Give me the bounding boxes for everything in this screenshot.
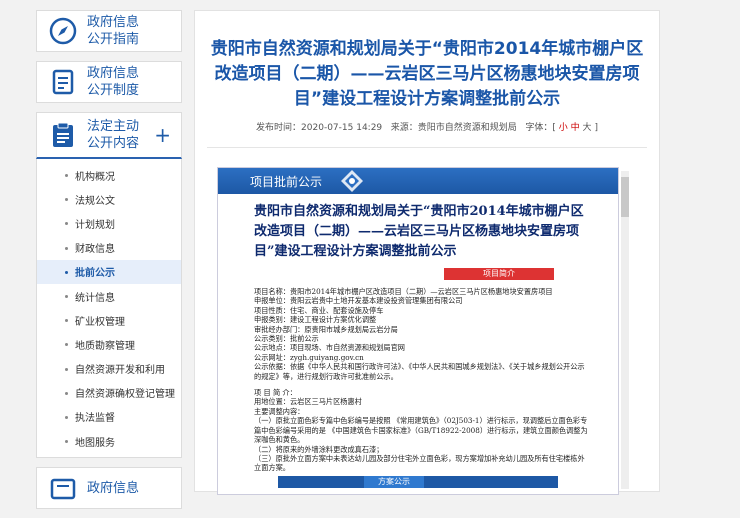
font-large-button[interactable]: 大 — [583, 123, 592, 133]
notice-line: 项目性质：住宅、商业、配套设施及停车 — [254, 305, 384, 315]
notice-line: （三）原批外立面方案中未表达幼儿园及部分住宅外立面色彩，现方案增加补充幼儿园及所… — [254, 453, 585, 473]
sub-nav-item[interactable]: 统计信息 — [37, 284, 181, 308]
nav-statutory-content[interactable]: 法定主动 公开内容 + — [36, 112, 182, 159]
expand-plus-icon[interactable]: + — [154, 123, 171, 147]
publish-label: 发布时间： — [256, 123, 302, 133]
source-label: 来源： — [390, 123, 418, 133]
divider — [207, 147, 647, 148]
notice-title: 贵阳市自然资源和规划局关于“贵阳市2014年城市棚户区改造项目（二期）——云岩区… — [254, 204, 584, 259]
clipboard-icon — [53, 122, 73, 147]
notice-line: 申报单位：贵阳云岩贵中土地开发基本建设投资管理集团有限公司 — [254, 296, 463, 306]
nav-disclosure-guide[interactable]: 政府信息 公开指南 — [36, 10, 182, 52]
notice-header-label: 项目批前公示 — [250, 174, 323, 189]
compass-icon — [49, 17, 77, 45]
article-panel: 贵阳市自然资源和规划局关于“贵阳市2014年城市棚户区改造项目（二期）——云岩区… — [194, 10, 660, 495]
nav-label: 政府信息 公开指南 — [87, 15, 140, 47]
sub-nav-item[interactable]: 法规公文 — [37, 187, 181, 211]
sub-nav-list: 机构概况 法规公文 计划规划 财政信息 批前公示 统计信息 矿业权管理 地质勘察… — [36, 159, 182, 459]
publish-time: 2020-07-15 14:29 — [301, 123, 383, 133]
font-end: ] — [594, 123, 598, 133]
notice-line: （二）将原来的外墙涂料更改成真石漆； — [254, 444, 384, 454]
sub-nav-item[interactable]: 自然资源开发和利用 — [37, 357, 181, 381]
sub-nav-item[interactable]: 执法监督 — [37, 405, 181, 429]
sub-nav-item[interactable]: 财政信息 — [37, 236, 181, 260]
source: 贵阳市自然资源和规划局 — [417, 123, 517, 133]
scrollbar[interactable] — [621, 171, 629, 489]
notice-line: 公示地点：项目现场、市自然资源和规划局官网 — [254, 343, 405, 353]
font-mid-button[interactable]: 中 — [571, 123, 580, 133]
article-title: 贵阳市自然资源和规划局关于“贵阳市2014年城市棚户区改造项目（二期）——云岩区… — [210, 39, 644, 109]
nav-disclosure-system[interactable]: 政府信息 公开制度 — [36, 61, 182, 103]
notice-line: 主要调整内容： — [254, 406, 305, 416]
sub-nav-item[interactable]: 自然资源确权登记管理 — [37, 381, 181, 405]
section-header-plan-bar: 方案公示 — [278, 476, 558, 488]
nav-label: 政府信息 公开制度 — [87, 66, 140, 98]
document-icon — [52, 69, 74, 95]
nav-label: 法定主动 公开内容 — [87, 119, 140, 151]
sidebar: 政府信息 公开指南 政府信息 公开制度 法定主动 公开内容 + 机构概况 法规公… — [36, 10, 182, 518]
sub-nav-item[interactable]: 地质勘察管理 — [37, 332, 181, 356]
notice-line: 公示类别：批前公示 — [254, 334, 319, 344]
article-meta: 发布时间：2020-07-15 14:29 来源：贵阳市自然资源和规划局 字体：… — [195, 120, 659, 133]
nav-label: 政府信息 — [87, 480, 140, 496]
sub-nav-item[interactable]: 矿业权管理 — [37, 308, 181, 332]
notice-header-bar: 项目批前公示 — [218, 168, 618, 194]
diamond-ornament-icon — [341, 170, 363, 192]
sub-nav-item[interactable]: 计划规划 — [37, 211, 181, 235]
sub-nav-item-active[interactable]: 批前公示 — [37, 259, 181, 284]
notice-image: 项目批前公示 贵阳市自然资源和规划局关于“贵阳市2014年城市棚户区改造项目（二… — [217, 167, 619, 495]
notice-line: 项 目 简 介： — [254, 388, 297, 398]
sub-nav-item[interactable]: 地图服务 — [37, 429, 181, 453]
notice-line: 申报类别：建设工程设计方案优化调整 — [254, 315, 377, 325]
font-label: 字体：[ — [525, 123, 556, 133]
folder-icon — [50, 479, 76, 500]
notice-line: 公示网址：zygh.guiyang.gov.cn — [254, 352, 364, 362]
notice-line: 用地位置：云岩区三马片区杨惠村 — [254, 397, 362, 407]
section-header-intro: 项目简介 — [444, 268, 554, 280]
section-header-plan: 方案公示 — [364, 476, 424, 488]
font-small-button[interactable]: 小 — [559, 123, 568, 133]
scrollbar-thumb[interactable] — [621, 177, 629, 217]
notice-line: 公示依据：依据《中华人民共和国行政许可法》、《中华人民共和国城乡规划法》、《关于… — [254, 362, 585, 381]
nav-government-info[interactable]: 政府信息 — [36, 467, 182, 510]
sub-nav-item[interactable]: 机构概况 — [37, 163, 181, 187]
notice-line: （一）原批立面色彩专篇中色彩编号是按照 《常用建筑色》（02J503-1）进行标… — [254, 416, 588, 445]
notice-line: 审批经办部门：原贵阳市城乡规划局云岩分局 — [254, 324, 398, 334]
notice-line: 项目名称：贵阳市2014年城市棚户区改造项目（二期）—云岩区三马片区杨惠地块安置… — [254, 287, 553, 296]
